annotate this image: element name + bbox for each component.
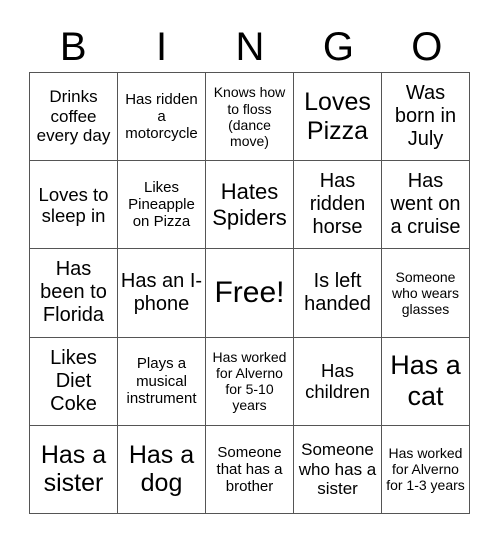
bingo-cell[interactable]: Has a cat	[382, 337, 470, 426]
bingo-cell[interactable]: Drinks coffee every day	[30, 73, 118, 162]
bingo-cell[interactable]: Someone that has a brother	[206, 425, 294, 514]
bingo-cell[interactable]: Has worked for Alverno for 5-10 years	[206, 337, 294, 426]
bingo-header: B I N G O	[29, 22, 471, 72]
header-letter-b: B	[59, 25, 87, 69]
bingo-cell[interactable]: Knows how to floss (dance move)	[206, 73, 294, 162]
bingo-cell[interactable]: Has went on a cruise	[382, 161, 470, 250]
bingo-cell[interactable]: Plays a musical instrument	[118, 337, 206, 426]
bingo-cell[interactable]: Has ridden horse	[294, 161, 382, 250]
bingo-card: Drinks coffee every day Has ridden a mot…	[29, 72, 470, 514]
header-letter-o: O	[411, 25, 443, 69]
bingo-cell[interactable]: Likes Pineapple on Pizza	[118, 161, 206, 250]
free-space-cell[interactable]: Free!	[206, 249, 294, 338]
bingo-cell[interactable]: Likes Diet Coke	[30, 337, 118, 426]
bingo-cell[interactable]: Has an I-phone	[118, 249, 206, 338]
bingo-cell[interactable]: Someone who wears glasses	[382, 249, 470, 338]
header-letter-n: N	[235, 25, 265, 69]
bingo-cell[interactable]: Someone who has a sister	[294, 425, 382, 514]
header-letter-g: G	[322, 25, 354, 69]
bingo-cell[interactable]: Has ridden a motorcycle	[118, 73, 206, 162]
bingo-cell[interactable]: Is left handed	[294, 249, 382, 338]
bingo-cell[interactable]: Loves Pizza	[294, 73, 382, 162]
bingo-cell[interactable]: Hates Spiders	[206, 161, 294, 250]
bingo-cell[interactable]: Has children	[294, 337, 382, 426]
header-letter-i: I	[156, 25, 168, 69]
bingo-cell[interactable]: Has been to Florida	[30, 249, 118, 338]
bingo-cell[interactable]: Has worked for Alverno for 1-3 years	[382, 425, 470, 514]
bingo-cell[interactable]: Loves to sleep in	[30, 161, 118, 250]
bingo-cell[interactable]: Has a sister	[30, 425, 118, 514]
bingo-cell[interactable]: Was born in July	[382, 73, 470, 162]
bingo-cell[interactable]: Has a dog	[118, 425, 206, 514]
